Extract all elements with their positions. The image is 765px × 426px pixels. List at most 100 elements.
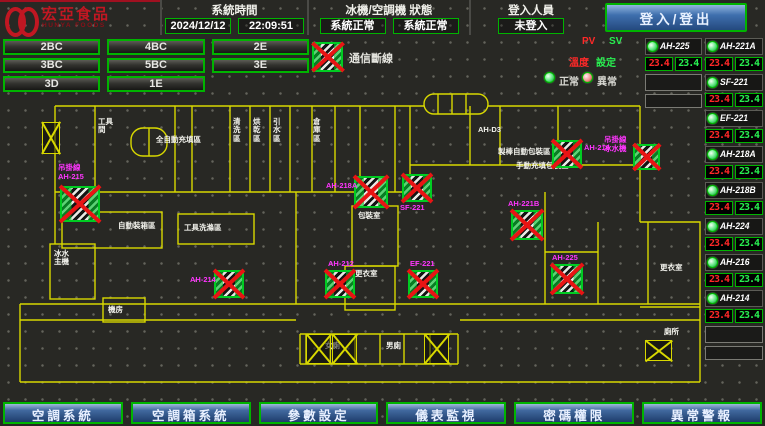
pv-value: 23.4 — [705, 165, 733, 179]
ahu-status-value: 系統正常 — [393, 18, 459, 34]
floor-button-3d[interactable]: 3D — [3, 76, 100, 92]
unit-AH-225[interactable]: AH-225 — [645, 38, 702, 55]
unit-values: 23.423.4 — [705, 309, 763, 323]
room-label: 製棒自動包裝區 — [498, 148, 551, 156]
ahu-comm-loss-icon[interactable] — [60, 186, 100, 222]
ahu-comm-loss-icon[interactable] — [552, 140, 582, 168]
system-time-label: 系統時間 — [212, 2, 258, 18]
ahu-marker-label: AH-218A — [326, 182, 357, 191]
clock-value: 22:09:51 — [238, 18, 304, 34]
pv-header-label: PV — [582, 36, 595, 47]
room-label: 清 洗 區 — [233, 118, 241, 143]
stair-icon — [332, 334, 357, 364]
unit-AH-218B[interactable]: AH-218B — [705, 182, 763, 199]
ahu-comm-loss-icon[interactable] — [551, 264, 583, 294]
login-logout-button[interactable]: 登入/登出 — [605, 3, 747, 32]
sv-value: 23.4 — [735, 201, 763, 215]
ahu-marker-label: 吊掛線 冰水機 — [604, 136, 627, 153]
unit-name: AH-216 — [720, 257, 749, 268]
unit-name: AH-218A — [720, 149, 756, 160]
nav-button[interactable]: 空調系統 — [3, 402, 123, 424]
unit-name: EF-221 — [720, 113, 748, 124]
sv-value: 23.4 — [735, 309, 763, 323]
unit-values: 23.423.4 — [705, 201, 763, 215]
abnormal-legend-led — [582, 72, 593, 83]
pv-value: 23.4 — [705, 57, 733, 71]
ahu-comm-loss-icon[interactable] — [408, 270, 438, 298]
sv-value: 23.4 — [735, 129, 763, 143]
unit-AH-224[interactable]: AH-224 — [705, 218, 763, 235]
floor-button-5bc[interactable]: 5BC — [107, 58, 204, 74]
room-label: 自動裝箱區 — [118, 222, 156, 230]
stair-icon — [306, 334, 331, 364]
unit-AH-214[interactable]: AH-214 — [705, 290, 763, 307]
sv-value: 23.4 — [675, 57, 703, 71]
sv-value: 23.4 — [735, 165, 763, 179]
stair-icon — [424, 334, 449, 364]
nav-button[interactable]: 空調箱系統 — [131, 402, 251, 424]
machine-status-label: 冰機/空調機 狀態 — [346, 2, 433, 18]
unit-name: AH-218B — [720, 185, 756, 196]
unit-block: AH-221A 23.423.4 — [705, 38, 763, 71]
room-label: AH-D3 — [478, 126, 501, 134]
room-label: 全自動充填區 — [156, 136, 201, 144]
room-label: 更衣室 — [355, 270, 378, 278]
unit-AH-216[interactable]: AH-216 — [705, 254, 763, 271]
logo-title: 宏亞食品 — [42, 7, 110, 23]
stair-icon — [645, 340, 672, 361]
normal-legend-label: 正常 — [559, 73, 579, 88]
unit-EF-221[interactable]: EF-221 — [705, 110, 763, 127]
unit-block: AH-21623.423.4 — [705, 254, 763, 287]
room-label: 引 水 區 — [273, 118, 281, 143]
floor-button-4bc[interactable]: 4BC — [107, 39, 204, 55]
unit-block: AH-218A 23.423.4 — [705, 146, 763, 179]
ahu-comm-loss-icon[interactable] — [402, 174, 432, 202]
status-led — [647, 41, 658, 52]
unit-name: AH-221A — [720, 41, 756, 52]
ahu-marker-label: SF-221 — [400, 204, 425, 213]
nav-button[interactable]: 參數設定 — [259, 402, 379, 424]
unit-values: 23.423.4 — [705, 57, 763, 71]
hunya-logo-icon — [4, 5, 38, 33]
room-label: 冰水 主機 — [54, 250, 69, 267]
ahu-comm-loss-icon[interactable] — [354, 176, 388, 208]
system-time-section: 系統時間 2024/12/12 22:09:51 — [160, 0, 307, 35]
status-led — [707, 77, 718, 88]
room-label: 包裝室 — [358, 212, 381, 220]
ahu-marker-label: 吊掛線 AH-215 — [58, 164, 84, 181]
ahu-comm-loss-icon[interactable] — [214, 270, 244, 298]
sv-value: 23.4 — [735, 237, 763, 251]
date-value: 2024/12/12 — [165, 18, 231, 34]
unit-AH-221A[interactable]: AH-221A — [705, 38, 763, 55]
ahu-comm-loss-icon[interactable] — [325, 270, 355, 298]
floor-plan-map: 工具 間全自動充填區清 洗 區烘 乾 區引 水 區倉 庫 區AH-D3製棒自動包… — [0, 92, 765, 402]
unit-column-a: AH-22523.423.4 — [645, 38, 702, 108]
status-led — [707, 113, 718, 124]
login-user-label: 登入人員 — [508, 2, 554, 18]
unit-name: SF-221 — [720, 77, 748, 88]
unit-AH-218A[interactable]: AH-218A — [705, 146, 763, 163]
ahu-marker-label: AH-212 — [328, 260, 354, 269]
floor-button-2e[interactable]: 2E — [212, 39, 309, 55]
nav-button[interactable]: 異常警報 — [642, 402, 762, 424]
ahu-comm-loss-icon[interactable] — [633, 144, 660, 170]
sv-value: 23.4 — [735, 93, 763, 107]
nav-button[interactable]: 密碼權限 — [514, 402, 634, 424]
login-section: 登入人員 未登入 — [469, 0, 591, 35]
nav-button[interactable]: 儀表監視 — [386, 402, 506, 424]
floor-button-3bc[interactable]: 3BC — [3, 58, 100, 74]
pv-value: 23.4 — [705, 129, 733, 143]
unit-column-b: AH-221A23.423.4SF-22123.423.4EF-22123.42… — [705, 38, 763, 360]
unit-SF-221[interactable]: SF-221 — [705, 74, 763, 91]
ahu-comm-loss-icon[interactable] — [511, 210, 543, 240]
logo: 宏亞食品 HUNYA FOODS — [0, 0, 160, 35]
temp-header-label: 溫度 — [569, 54, 589, 69]
empty-slot — [705, 326, 763, 343]
floor-button-3e[interactable]: 3E — [212, 58, 309, 74]
room-label: 男廁 — [386, 342, 401, 350]
login-user-value: 未登入 — [498, 18, 564, 34]
unit-values: 23.423.4 — [705, 93, 763, 107]
floor-button-1e[interactable]: 1E — [107, 76, 204, 92]
floor-button-2bc[interactable]: 2BC — [3, 39, 100, 55]
sv-value: 23.4 — [735, 57, 763, 71]
